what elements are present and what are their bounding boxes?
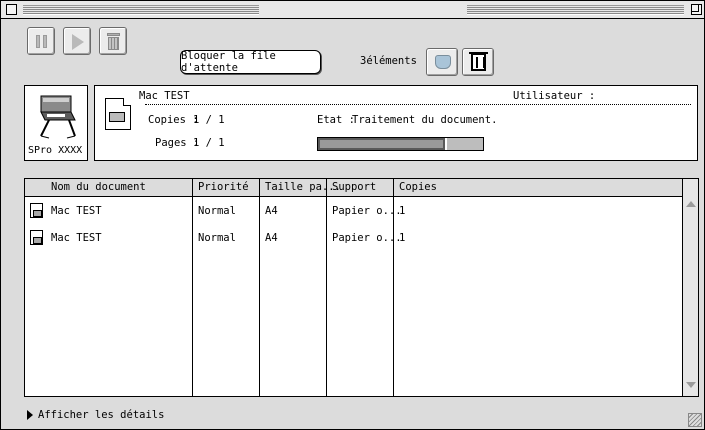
hand-icon xyxy=(435,55,451,69)
delete-job-button[interactable] xyxy=(462,48,494,76)
cell-copies: 1 xyxy=(399,232,406,244)
copies-label: Copies : xyxy=(148,114,199,126)
cell-name: Mac TEST xyxy=(51,205,102,217)
delete-icon xyxy=(469,52,488,71)
column-header-priority[interactable]: Priorité xyxy=(198,181,249,193)
cell-media: Papier o... xyxy=(332,232,402,244)
hold-queue-button[interactable]: Bloquer la file d'attente xyxy=(180,50,321,74)
resume-icon xyxy=(72,34,84,50)
column-header-name[interactable]: Nom du document xyxy=(51,181,146,193)
zoom-box[interactable] xyxy=(691,4,702,15)
cell-copies: 1 xyxy=(399,205,406,217)
job-info-panel: Mac TEST Utilisateur : Copies : 1 / 1 Pa… xyxy=(94,85,698,161)
status-label: Etat : xyxy=(317,114,355,126)
cell-size: A4 xyxy=(265,205,278,217)
cell-media: Papier o... xyxy=(332,205,402,217)
document-icon xyxy=(30,203,43,218)
scroll-down-icon[interactable] xyxy=(686,382,696,388)
title-bar-stripes xyxy=(467,5,684,15)
printer-name: SPro XXXX xyxy=(28,145,83,156)
scroll-up-icon[interactable] xyxy=(686,201,696,207)
job-table: Nom du document Priorité Taille pa... Su… xyxy=(24,178,699,397)
close-box[interactable] xyxy=(6,4,17,15)
pause-button[interactable] xyxy=(27,27,55,55)
table-header: Nom du document Priorité Taille pa... Su… xyxy=(25,179,682,197)
copies-value: 1 / 1 xyxy=(193,114,225,126)
show-details-toggle[interactable]: Afficher les détails xyxy=(27,409,164,421)
cell-priority: Normal xyxy=(198,232,236,244)
resume-button[interactable] xyxy=(63,27,91,55)
resize-grip-icon[interactable] xyxy=(688,413,702,427)
cell-size: A4 xyxy=(265,232,278,244)
table-row[interactable]: Mac TEST Normal A4 Papier o... 1 xyxy=(25,200,682,222)
title-bar-stripes xyxy=(23,5,259,15)
cell-name: Mac TEST xyxy=(51,232,102,244)
trash-button[interactable] xyxy=(99,27,127,55)
user-label: Utilisateur : xyxy=(513,90,596,102)
column-header-copies[interactable]: Copies xyxy=(399,181,437,193)
progress-bar-fill xyxy=(318,138,447,150)
stop-printing-button[interactable] xyxy=(426,48,458,76)
vertical-scrollbar[interactable] xyxy=(682,179,698,396)
document-icon xyxy=(105,98,131,130)
printer-panel: SPro XXXX xyxy=(24,85,88,161)
column-header-media[interactable]: Support xyxy=(332,181,376,193)
cell-priority: Normal xyxy=(198,205,236,217)
status-value: Traitement du document. xyxy=(352,114,498,126)
pages-value: 1 / 1 xyxy=(193,137,225,149)
dotted-divider xyxy=(145,104,691,105)
item-count: 3éléments xyxy=(360,55,417,67)
disclosure-triangle-icon[interactable] xyxy=(27,410,33,420)
table-row[interactable]: Mac TEST Normal A4 Papier o... 1 xyxy=(25,227,682,249)
title-bar[interactable] xyxy=(1,1,704,19)
print-queue-window: Bloquer la file d'attente 3éléments SPro… xyxy=(0,0,705,430)
printer-icon xyxy=(40,95,76,139)
progress-bar xyxy=(317,137,484,151)
job-document-name: Mac TEST xyxy=(139,90,190,102)
column-header-size[interactable]: Taille pa... xyxy=(265,181,341,193)
show-details-label: Afficher les détails xyxy=(38,409,165,421)
document-icon xyxy=(30,230,43,245)
